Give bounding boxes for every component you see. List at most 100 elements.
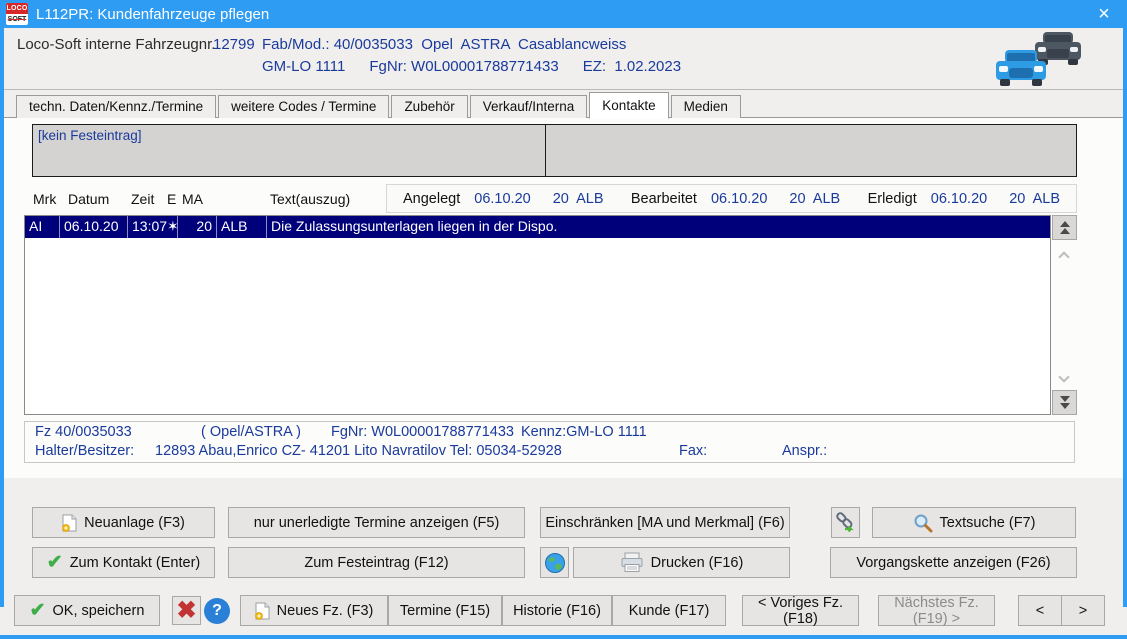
close-icon[interactable]: × <box>1091 4 1117 24</box>
tab-techn-daten[interactable]: techn. Daten/Kennz./Termine <box>16 95 216 118</box>
col-text: Text(auszug) <box>270 191 350 207</box>
vehicle-owner-infobox: Fz 40/0035033 ( Opel/ASTRA ) FgNr: W0L00… <box>24 421 1075 463</box>
neuanlage-label: Neuanlage (F3) <box>84 515 185 531</box>
textsuche-label: Textsuche (F7) <box>940 515 1036 531</box>
meta-angelegt: Angelegt 06.10.20 20 ALB <box>403 191 604 207</box>
zum-festeintrag-button[interactable]: Zum Festeintrag (F12) <box>228 547 525 578</box>
new-document-icon <box>62 514 77 532</box>
neues-fz-button[interactable]: Neues Fz. (F3) <box>240 595 388 626</box>
drucken-label: Drucken (F16) <box>651 555 744 571</box>
meta-erledigt-date: 06.10.20 <box>931 191 987 207</box>
cancel-button[interactable]: ✖ <box>172 596 201 625</box>
action-row-2: ✔ Zum Kontakt (Enter) Zum Festeintrag (F… <box>0 547 1127 578</box>
info-fax-label: Fax: <box>679 443 707 459</box>
window-border-bottom <box>0 635 1127 639</box>
ok-speichern-button[interactable]: ✔ OK, speichern <box>14 595 160 626</box>
ez-value: EZ: 1.02.2023 <box>583 58 681 75</box>
info-fz: Fz 40/0035033 <box>35 424 132 440</box>
col-ma: MA <box>182 191 203 207</box>
vorgangskette-label: Vorgangskette anzeigen (F26) <box>856 555 1050 571</box>
zum-kontakt-button[interactable]: ✔ Zum Kontakt (Enter) <box>32 547 215 578</box>
logo-text-top: LOCO <box>6 3 28 14</box>
unerledigte-label: nur unerledigte Termine anzeigen (F5) <box>254 515 500 531</box>
prev-button[interactable]: < <box>1018 595 1062 626</box>
textsuche-button[interactable]: Textsuche (F7) <box>872 507 1076 538</box>
license-plate-value: GM-LO 1111 <box>262 58 345 75</box>
globe-button[interactable] <box>540 547 569 578</box>
meta-bearbeitet-label: Bearbeitet <box>631 191 697 207</box>
tab-verkauf-interna[interactable]: Verkauf/Interna <box>470 95 588 118</box>
logo-text-bottom: SOFT <box>6 14 28 25</box>
fgnr-value: FgNr: W0L00001788771433 <box>369 58 558 75</box>
tab-bar: techn. Daten/Kennz./Termine weitere Code… <box>16 94 743 118</box>
col-mrk: Mrk <box>33 191 56 207</box>
ok-speichern-label: OK, speichern <box>53 603 145 619</box>
meta-bearbeitet-date: 06.10.20 <box>711 191 767 207</box>
meta-erledigt-ma: 20 ALB <box>1009 191 1060 207</box>
row-zeit-value: 13:07 <box>132 216 167 238</box>
neues-fz-label: Neues Fz. (F3) <box>277 603 374 619</box>
link-chain-button[interactable] <box>831 507 860 538</box>
kunde-label: Kunde (F17) <box>629 603 710 619</box>
tab-kontakte[interactable]: Kontakte <box>589 92 668 119</box>
vorgangskette-button[interactable]: Vorgangskette anzeigen (F26) <box>830 547 1077 578</box>
prev-label: < <box>1036 603 1044 619</box>
fab-mod-value: Fab/Mod.: 40/0035033 Opel ASTRA Casablan… <box>262 36 626 53</box>
window-border-right <box>1123 0 1127 607</box>
termine-label: Termine (F15) <box>400 603 490 619</box>
red-x-icon: ✖ <box>176 600 196 622</box>
info-halter-value: 12893 Abau,Enrico CZ- 41201 Lito Navrati… <box>155 443 562 459</box>
tab-weitere-codes[interactable]: weitere Codes / Termine <box>218 95 389 118</box>
meta-bearbeitet: Bearbeitet 06.10.20 20 ALB <box>631 191 840 207</box>
festeintrag-text-pane[interactable]: [kein Festeintrag] <box>33 125 546 176</box>
drucken-button[interactable]: Drucken (F16) <box>573 547 790 578</box>
meta-angelegt-date: 06.10.20 <box>474 191 530 207</box>
vehicle-header: Loco-Soft interne Fahrzeugnr. 12799 Fab/… <box>4 28 1123 90</box>
termine-button[interactable]: Termine (F15) <box>388 595 502 626</box>
scroll-bottom-button[interactable] <box>1052 390 1077 415</box>
festeintrag-side-pane[interactable] <box>546 125 1076 176</box>
green-check-icon: ✔ <box>47 554 63 572</box>
scroll-top-button[interactable] <box>1052 215 1077 240</box>
help-button[interactable]: ? <box>204 598 230 624</box>
green-check-icon: ✔ <box>30 602 46 620</box>
cars-icon <box>993 30 1085 88</box>
col-datum: Datum <box>68 191 109 207</box>
tab-medien[interactable]: Medien <box>671 95 741 118</box>
scroll-down-icon[interactable] <box>1058 371 1069 382</box>
neuanlage-button[interactable]: Neuanlage (F3) <box>32 507 215 538</box>
contact-row-selected[interactable]: AI 06.10.20 13:07✶ 20 ALB Die Zulassungs… <box>25 216 1050 238</box>
footer-row: ✔ OK, speichern ✖ ? Neues Fz. (F3) Termi… <box>0 595 1127 626</box>
contact-list[interactable]: AI 06.10.20 13:07✶ 20 ALB Die Zulassungs… <box>24 215 1051 415</box>
voriges-fz-label: < Voriges Fz. (F18) <box>743 595 858 627</box>
double-up-arrow-icon <box>1060 221 1070 227</box>
historie-label: Historie (F16) <box>513 603 601 619</box>
printer-icon <box>620 552 644 573</box>
col-zeit: Zeit <box>131 191 154 207</box>
info-halter-label: Halter/Besitzer: <box>35 443 134 459</box>
voriges-fz-button[interactable]: < Voriges Fz. (F18) <box>742 595 859 626</box>
einschraenken-button[interactable]: Einschränken [MA und Merkmal] (F6) <box>540 507 790 538</box>
app-window: { "colors": { "titlebar": "#2e9cf2", "na… <box>0 0 1127 639</box>
list-scrollbar <box>1052 215 1077 415</box>
record-meta-box: Angelegt 06.10.20 20 ALB Bearbeitet 06.1… <box>386 184 1077 213</box>
window-border-left <box>0 0 4 607</box>
meta-bearbeitet-ma: 20 ALB <box>789 191 840 207</box>
scroll-up-icon[interactable] <box>1058 251 1069 262</box>
next-button[interactable]: > <box>1061 595 1105 626</box>
tab-zubehoer[interactable]: Zubehör <box>391 95 467 118</box>
row-name: ALB <box>217 216 267 238</box>
historie-button[interactable]: Historie (F16) <box>502 595 612 626</box>
naechstes-fz-label: Nächstes Fz. (F19) > <box>879 595 994 627</box>
loco-soft-logo-icon: LOCO SOFT <box>6 3 28 25</box>
row-erledigt-star: ✶ <box>167 216 178 238</box>
col-e: E <box>167 191 176 207</box>
zum-kontakt-label: Zum Kontakt (Enter) <box>70 555 201 571</box>
row-datum: 06.10.20 <box>60 216 128 238</box>
unerledigte-termine-button[interactable]: nur unerledigte Termine anzeigen (F5) <box>228 507 525 538</box>
meta-erledigt: Erledigt 06.10.20 20 ALB <box>868 191 1060 207</box>
row-zeit: 13:07✶ <box>128 216 178 238</box>
naechstes-fz-button[interactable]: Nächstes Fz. (F19) > <box>878 595 995 626</box>
kunde-button[interactable]: Kunde (F17) <box>612 595 726 626</box>
double-down-arrow-icon <box>1060 396 1070 402</box>
